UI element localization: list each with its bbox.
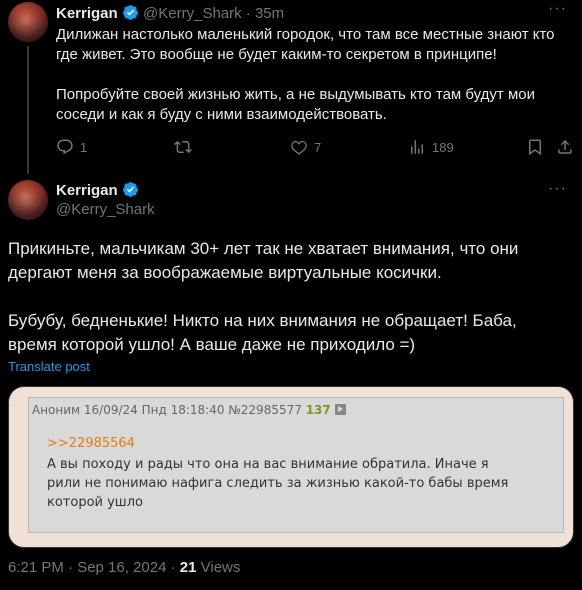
- retweet-button[interactable]: [174, 138, 198, 156]
- share-button[interactable]: [556, 138, 574, 156]
- main-tweet-paragraph-2: Бубубу, бедненькие! Никто на них внимани…: [8, 311, 517, 354]
- views-icon: [411, 140, 423, 154]
- post-header: Аноним 16/09/24 Пнд 18:18:40 №22985577 1…: [32, 403, 346, 417]
- reply-count: 1: [80, 139, 88, 155]
- main-tweet-author: Kerrigan: [56, 181, 139, 199]
- reply-icon: [57, 139, 73, 155]
- post-quote-link: >>22985564: [47, 436, 135, 451]
- post-body: А вы походу и рады что она на вас вниман…: [47, 457, 509, 510]
- bookmark-button[interactable]: [526, 138, 544, 156]
- like-count: 7: [314, 139, 322, 155]
- more-icon[interactable]: ···: [548, 0, 567, 18]
- tweet-metadata: 6:21 PM · Sep 16, 2024 · 21 Views: [8, 559, 240, 576]
- verified-badge-icon: [122, 5, 138, 20]
- author-handle[interactable]: @Kerry_Shark: [143, 5, 242, 22]
- post-author-date-number: Аноним 16/09/24 Пнд 18:18:40 №22985577: [32, 403, 302, 417]
- reply-tweet-header: Kerrigan @Kerry_Shark · 35m: [56, 4, 284, 22]
- thread-line: [27, 46, 29, 174]
- main-tweet-text: Прикиньте, мальчикам 30+ лет так не хват…: [8, 237, 568, 357]
- tweet-timestamp[interactable]: 6:21 PM · Sep 16, 2024 ·: [8, 559, 180, 576]
- like-icon: [291, 140, 307, 155]
- more-icon[interactable]: ···: [548, 180, 567, 198]
- retweet-icon: [174, 140, 192, 154]
- views-button[interactable]: 189: [408, 138, 454, 156]
- bookmark-icon: [529, 139, 541, 156]
- tweet-time[interactable]: · 35m: [246, 5, 284, 22]
- views-total: 21: [179, 559, 197, 576]
- imageboard-post: Аноним 16/09/24 Пнд 18:18:40 №22985577 1…: [28, 397, 564, 533]
- author-name[interactable]: Kerrigan: [56, 182, 118, 199]
- views-label: Views: [196, 559, 241, 576]
- main-tweet-paragraph-1: Прикиньте, мальчикам 30+ лет так не хват…: [8, 239, 519, 282]
- reply-tweet-paragraph-1: Дилижан настолько маленький городок, что…: [56, 26, 555, 63]
- reply-button[interactable]: 1: [56, 138, 87, 156]
- reply-tweet-text: Дилижан настолько маленький городок, что…: [56, 25, 556, 125]
- post-reply-count: 137: [305, 403, 331, 417]
- translate-post-link[interactable]: Translate post: [8, 359, 90, 374]
- attached-image[interactable]: Аноним 16/09/24 Пнд 18:18:40 №22985577 1…: [8, 386, 574, 548]
- author-name[interactable]: Kerrigan: [56, 5, 118, 22]
- expand-icon: [334, 404, 346, 415]
- avatar-reply-tweet[interactable]: [8, 2, 48, 42]
- views-count: 189: [432, 139, 454, 155]
- reply-tweet-paragraph-2: Попробуйте своей жизнью жить, а не выдум…: [56, 86, 536, 123]
- like-button[interactable]: 7: [290, 138, 321, 156]
- share-icon: [558, 139, 572, 154]
- author-handle[interactable]: @Kerry_Shark: [56, 201, 155, 218]
- avatar-main-tweet[interactable]: [8, 180, 48, 220]
- verified-badge-icon: [122, 182, 138, 197]
